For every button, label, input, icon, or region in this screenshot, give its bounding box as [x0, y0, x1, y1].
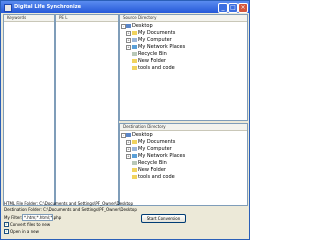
keywords-list[interactable]: Keywords — [3, 14, 55, 206]
expand-icon[interactable]: + — [126, 140, 131, 145]
folder-icon — [132, 175, 137, 179]
title-bar: Digital Life Synchronize _ □ × — [1, 1, 249, 13]
folder-icon — [132, 31, 137, 35]
recycle-bin-icon — [132, 161, 137, 165]
open-new-checkbox-label: Open in a new — [10, 229, 39, 234]
desktop-icon — [126, 133, 131, 137]
folder-icon — [132, 59, 137, 63]
close-button[interactable]: × — [238, 3, 248, 13]
expand-icon[interactable]: + — [126, 38, 131, 43]
keywords-header: Keywords — [4, 15, 54, 22]
my-filter-label: My Filter: — [4, 215, 23, 220]
destination-folder-line: Destination Folder: C:\Documents and Set… — [4, 207, 137, 212]
convert-checkbox[interactable]: ✓ — [4, 222, 9, 227]
maximize-button[interactable]: □ — [228, 3, 238, 13]
open-new-checkbox[interactable]: ✓ — [4, 229, 9, 234]
convert-checkbox-label: Convert files to new — [10, 222, 51, 227]
folder-icon — [132, 140, 137, 144]
source-directory-header: Source Directory — [120, 15, 247, 22]
computer-icon — [132, 147, 137, 151]
folder-icon — [132, 66, 137, 70]
my-filter-input[interactable]: *.htm;*.html;*.php — [22, 214, 61, 221]
expand-icon[interactable]: + — [126, 45, 131, 50]
computer-icon — [132, 38, 137, 42]
app-icon — [4, 4, 12, 12]
minimize-button[interactable]: _ — [218, 3, 228, 13]
expand-icon[interactable]: + — [126, 31, 131, 36]
desktop-icon — [126, 24, 131, 28]
window-title: Digital Life Synchronize — [14, 4, 82, 10]
pe-list[interactable]: PE L — [55, 14, 119, 206]
start-conversion-button[interactable]: Start Conversion — [141, 214, 186, 223]
recycle-bin-icon — [132, 52, 137, 56]
expand-icon[interactable]: + — [126, 154, 131, 159]
folder-icon — [132, 168, 137, 172]
expand-icon[interactable]: + — [126, 147, 131, 152]
destination-directory-panel[interactable]: Destination Directory - Desktop + My Docum… — [119, 123, 248, 206]
html-folder-line: HTML File Folder: C:\Documents and Setti… — [4, 201, 134, 206]
network-icon — [132, 45, 137, 49]
network-icon — [132, 154, 137, 158]
source-directory-panel[interactable]: Source Directory - Desktop + My Documents … — [119, 14, 248, 121]
destination-directory-header: Destination Directory — [120, 124, 247, 131]
app-window: Digital Life Synchronize _ □ × Keywords … — [0, 0, 250, 240]
pe-list-header: PE L — [56, 15, 118, 22]
